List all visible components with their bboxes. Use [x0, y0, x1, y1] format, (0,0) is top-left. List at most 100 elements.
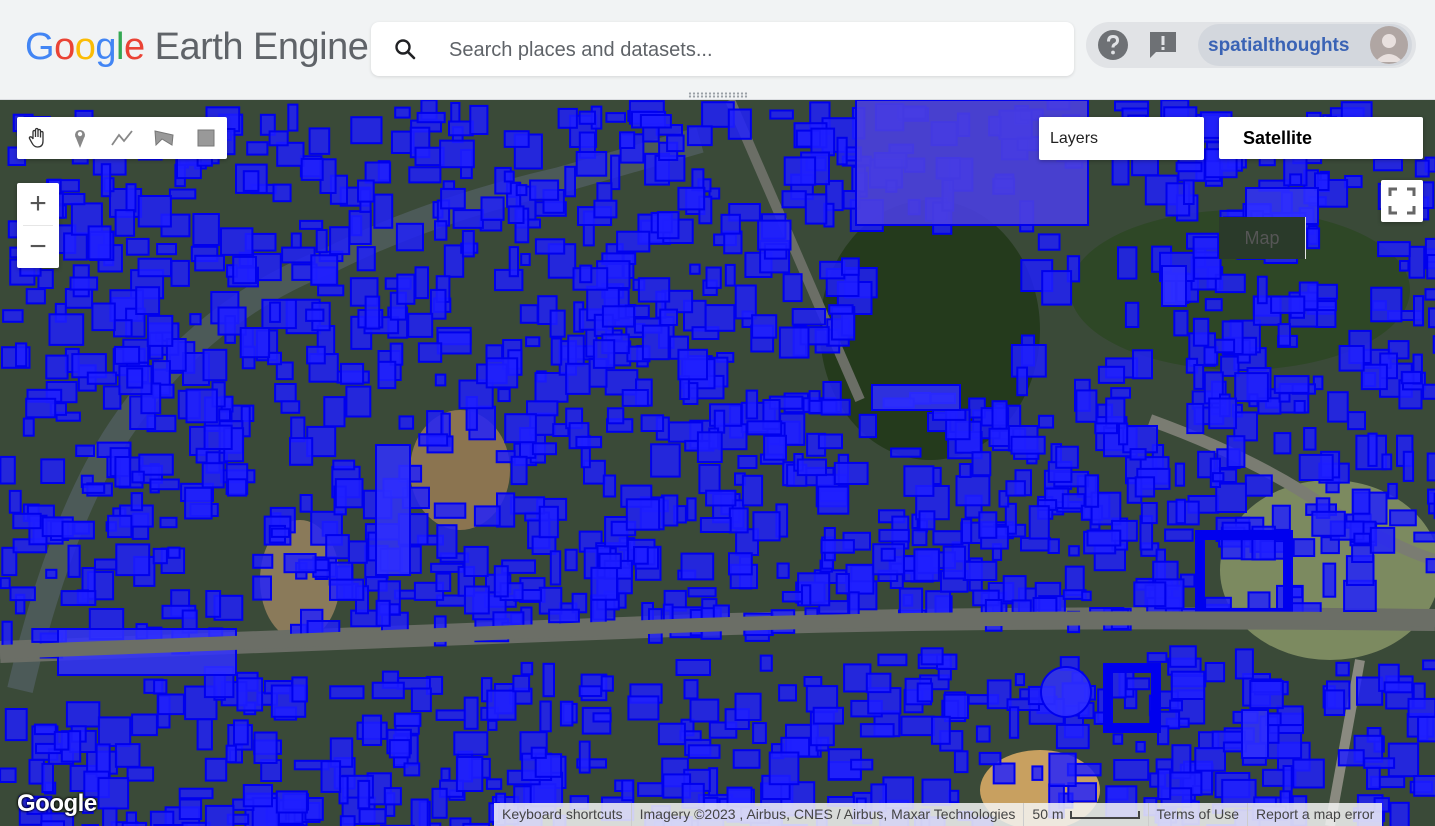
building-footprint — [487, 719, 498, 731]
building-footprint — [1193, 364, 1205, 390]
user-account-button[interactable]: spatialthoughts — [1198, 24, 1412, 66]
building-footprint — [1421, 181, 1435, 210]
building-footprint — [637, 277, 671, 303]
building-footprint — [1204, 298, 1223, 312]
building-footprint — [1413, 295, 1425, 327]
building-footprint — [820, 398, 851, 416]
building-footprint — [1134, 476, 1156, 498]
fullscreen-button[interactable] — [1381, 180, 1423, 222]
building-footprint — [1186, 402, 1205, 435]
building-footprint — [835, 573, 850, 595]
draw-rectangle-button[interactable] — [185, 117, 227, 159]
building-footprint — [657, 722, 686, 746]
top-bar: Google Earth Engine spatialthoughts — [0, 0, 1435, 100]
polygon-icon — [154, 130, 174, 147]
building-footprint — [418, 433, 449, 447]
building-footprint — [1292, 538, 1316, 558]
building-footprint — [280, 400, 301, 414]
building-footprint — [1323, 689, 1346, 717]
search-box[interactable] — [371, 22, 1074, 76]
building-footprint — [911, 529, 928, 547]
help-button[interactable] — [1096, 28, 1130, 62]
terms-of-use-link[interactable]: Terms of Use — [1147, 803, 1248, 826]
building-footprint — [125, 183, 137, 213]
building-footprint — [131, 470, 145, 484]
building-footprint — [783, 156, 817, 186]
building-footprint — [542, 662, 555, 698]
building-footprint — [598, 552, 622, 570]
pan-tool-button[interactable] — [17, 117, 59, 159]
logo-google: Google — [25, 26, 145, 68]
building-footprint — [97, 716, 132, 748]
building-footprint — [41, 762, 55, 794]
building-footprint — [434, 373, 447, 387]
google-logo: Google — [17, 790, 97, 817]
zoom-out-button[interactable]: − — [17, 226, 59, 268]
building-footprint — [1425, 558, 1435, 574]
building-footprint — [734, 692, 762, 722]
building-footprint — [334, 478, 364, 509]
building-footprint — [791, 308, 827, 326]
building-footprint — [356, 246, 376, 272]
building-footprint — [745, 389, 759, 420]
building-footprint — [534, 238, 566, 255]
map-type-map-button[interactable]: Map — [1219, 217, 1306, 259]
report-map-error-link[interactable]: Report a map error — [1247, 803, 1383, 826]
building-footprint — [1426, 452, 1435, 482]
building-footprint — [564, 165, 576, 198]
building-footprint — [184, 486, 213, 520]
building-footprint — [272, 183, 292, 203]
zoom-in-button[interactable]: + — [17, 183, 59, 225]
panel-resize-handle[interactable] — [688, 92, 748, 98]
avatar[interactable] — [1370, 26, 1408, 64]
building-footprint — [1234, 648, 1254, 680]
draw-polygon-button[interactable] — [143, 117, 185, 159]
building-footprint — [45, 354, 69, 380]
building-footprint — [1075, 389, 1098, 423]
building-footprint — [100, 163, 112, 198]
building-footprint — [414, 266, 429, 300]
building-footprint — [961, 518, 973, 544]
building-footprint — [504, 413, 537, 444]
building-footprint — [156, 243, 178, 256]
draw-line-button[interactable] — [101, 117, 143, 159]
building-footprint — [1037, 233, 1061, 251]
building-footprint — [1413, 775, 1435, 797]
building-footprint — [606, 407, 625, 425]
building-footprint — [728, 507, 749, 534]
building-footprint — [1084, 474, 1100, 508]
building-footprint — [978, 751, 1002, 766]
building-footprint — [737, 455, 758, 469]
building-footprint — [621, 779, 635, 802]
building-footprint — [1169, 645, 1197, 668]
building-footprint — [170, 259, 190, 287]
building-footprint — [810, 127, 836, 157]
building-footprint — [1173, 309, 1189, 337]
building-footprint — [1351, 488, 1371, 515]
building-footprint — [485, 357, 519, 389]
earth-engine-logo[interactable]: Google Earth Engine — [25, 26, 369, 69]
building-footprint — [137, 195, 172, 228]
map-canvas[interactable]: + − Layers Map Satellite Google Keyboard… — [0, 100, 1435, 826]
search-input[interactable] — [447, 32, 1051, 68]
add-marker-button[interactable] — [59, 117, 101, 159]
building-footprint — [1097, 365, 1126, 384]
map-type-satellite-button[interactable]: Satellite — [1219, 117, 1336, 159]
building-footprint — [1234, 372, 1269, 403]
building-footprint — [704, 304, 736, 332]
building-footprint — [1389, 509, 1417, 527]
building-footprint — [274, 383, 297, 403]
feedback-button[interactable] — [1146, 28, 1180, 62]
building-footprint — [1273, 432, 1292, 455]
building-footprint — [358, 808, 387, 825]
layers-button[interactable]: Layers — [1039, 117, 1204, 160]
building-footprint — [759, 654, 773, 672]
building-footprint — [448, 120, 474, 137]
building-footprint — [1113, 759, 1150, 781]
search-icon — [395, 39, 416, 60]
drawing-tools — [17, 117, 227, 159]
keyboard-shortcuts-link[interactable]: Keyboard shortcuts — [494, 803, 631, 826]
building-footprint — [1146, 652, 1168, 663]
building-footprint — [373, 193, 394, 229]
scale-indicator[interactable]: 50 m — [1023, 803, 1148, 826]
